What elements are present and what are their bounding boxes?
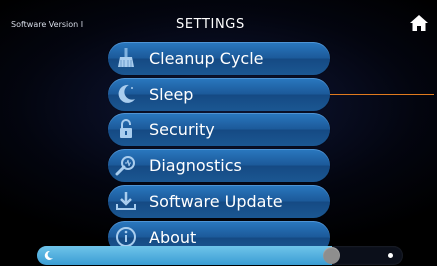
menu-item-sleep[interactable]: Sleep <box>108 78 330 111</box>
lock-icon <box>120 119 132 138</box>
menu-item-label: About <box>149 228 197 247</box>
moon-icon <box>44 250 53 260</box>
brightness-slider[interactable] <box>37 246 403 265</box>
brightness-slider-handle[interactable] <box>323 247 340 264</box>
magnifier-icon <box>115 156 135 176</box>
broom-icon <box>118 48 134 67</box>
menu-item-label: Diagnostics <box>149 156 242 175</box>
menu-item-label: Sleep <box>149 85 194 104</box>
sun-icon <box>388 253 393 258</box>
software-version-label: Software Version I <box>11 20 84 29</box>
menu-item-software-update[interactable]: Software Update <box>108 185 330 218</box>
menu-item-label: Software Update <box>149 192 283 211</box>
home-icon <box>410 15 428 31</box>
moon-icon <box>118 84 135 103</box>
menu-item-label: Security <box>149 120 215 139</box>
menu-item-diagnostics[interactable]: Diagnostics <box>108 149 330 182</box>
settings-screen: Software Version I SETTINGS Cleanup Cycl… <box>0 0 437 266</box>
settings-menu: Cleanup Cycle Sleep Security Diagnostics… <box>108 0 330 266</box>
menu-item-cleanup-cycle[interactable]: Cleanup Cycle <box>108 42 330 75</box>
menu-item-security[interactable]: Security <box>108 113 330 146</box>
menu-item-label: Cleanup Cycle <box>149 49 264 68</box>
info-icon <box>116 227 136 247</box>
brightness-fill <box>37 246 332 265</box>
home-button[interactable] <box>409 14 429 32</box>
download-icon <box>116 192 136 210</box>
selection-connector-line <box>330 94 434 95</box>
